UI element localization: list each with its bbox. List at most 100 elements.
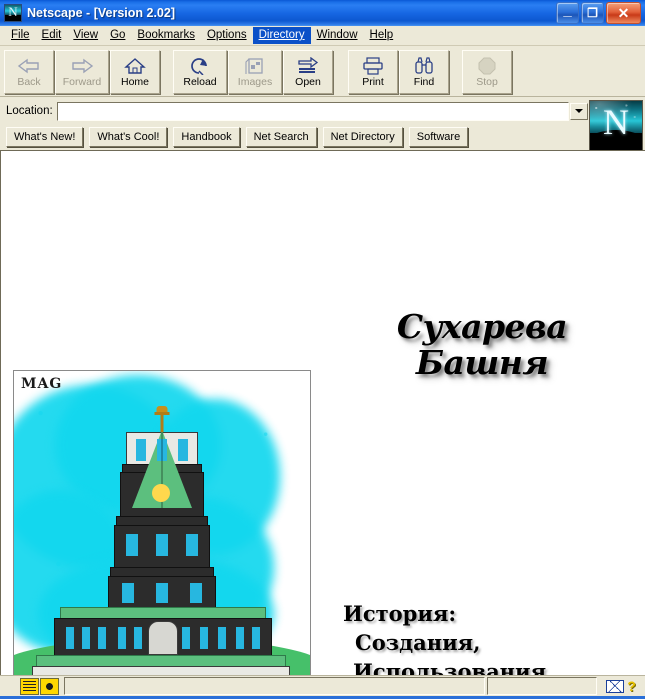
subject-line-2: Создания, — [355, 630, 481, 655]
question-mark-icon[interactable]: ? — [627, 679, 636, 693]
page-title-line2: Башня — [415, 343, 549, 382]
back-arrow-icon — [17, 56, 41, 75]
menu-edit-label: Edit — [41, 29, 62, 41]
directory-button-bar: What's New! What's Cool! Handbook Net Se… — [0, 124, 645, 150]
image-watermark: MAG — [21, 376, 63, 392]
printer-icon — [362, 56, 384, 75]
main-toolbar: Back Forward Home Reload Images Open Pri… — [0, 46, 645, 97]
menu-item-directory[interactable]: Directory — [252, 27, 311, 44]
images-button[interactable]: Images — [228, 50, 282, 94]
page-title: Сухарева Башня — [337, 309, 627, 381]
whats-new-label: What's New! — [14, 130, 76, 143]
menu-item-help[interactable]: Help — [364, 27, 400, 44]
menu-item-window[interactable]: Window — [311, 27, 364, 44]
mail-envelope-icon[interactable] — [606, 679, 625, 693]
menu-bar: File Edit View Go Bookmarks Options Dire… — [0, 26, 645, 46]
menu-item-edit[interactable]: Edit — [36, 27, 68, 44]
home-icon — [124, 56, 146, 75]
find-label: Find — [413, 76, 435, 88]
status-message — [64, 677, 485, 695]
title-bar: N Netscape - [Version 2.02] _ ❐ ✕ — [0, 0, 645, 26]
location-bar: Location: — [0, 97, 645, 124]
sukharev-tower-illustration: MAG — [13, 370, 311, 675]
find-button[interactable]: Find — [399, 50, 449, 94]
subject-line-1: История: — [343, 601, 457, 626]
net-search-button[interactable]: Net Search — [245, 126, 317, 147]
net-search-label: Net Search — [253, 130, 309, 143]
whats-cool-label: What's Cool! — [97, 130, 160, 143]
status-bar: ? — [0, 675, 645, 696]
subject-list: История: Создания, Использования, Разруш… — [343, 599, 623, 675]
chevron-down-icon — [575, 109, 583, 113]
print-button[interactable]: Print — [348, 50, 398, 94]
netscape-window: N Netscape - [Version 2.02] _ ❐ ✕ File E… — [0, 0, 645, 699]
menu-view-label: View — [73, 29, 99, 41]
whats-new-button[interactable]: What's New! — [6, 126, 84, 147]
restore-icon: ❐ — [587, 6, 598, 20]
status-tray: ? — [599, 679, 643, 693]
reload-icon — [190, 56, 210, 75]
web-page: Сухарева Башня MAG История: Создания, Ис… — [1, 151, 645, 675]
net-directory-label: Net Directory — [330, 130, 395, 143]
location-input[interactable] — [57, 103, 568, 119]
open-label: Open — [295, 76, 321, 88]
title-icon-letter: N — [8, 4, 18, 19]
minimize-icon: _ — [563, 2, 572, 19]
menu-directory-label: Directory — [258, 29, 305, 41]
tower-finial-icon — [154, 406, 170, 432]
whats-cool-button[interactable]: What's Cool! — [89, 126, 168, 147]
menu-file-label: File — [11, 29, 30, 41]
handbook-label: Handbook — [181, 130, 232, 143]
images-label: Images — [237, 76, 273, 88]
browser-content-area: Сухарева Башня MAG История: Создания, Ис… — [0, 150, 645, 675]
location-label: Location: — [6, 105, 53, 117]
menu-item-view[interactable]: View — [67, 27, 104, 44]
page-title-line1: Сухарева — [396, 307, 568, 346]
menu-bookmarks-label: Bookmarks — [137, 29, 195, 41]
home-button[interactable]: Home — [110, 50, 160, 94]
restore-button[interactable]: ❐ — [581, 2, 604, 24]
location-dropdown-button[interactable] — [570, 102, 588, 120]
forward-label: Forward — [62, 76, 102, 88]
menu-help-label: Help — [369, 29, 394, 41]
software-label: Software — [416, 130, 461, 143]
binoculars-icon — [414, 56, 434, 75]
reload-label: Reload — [183, 76, 217, 88]
document-security-icon[interactable] — [20, 677, 39, 695]
print-label: Print — [362, 76, 384, 88]
location-field[interactable] — [56, 101, 569, 121]
menu-item-options[interactable]: Options — [201, 27, 253, 44]
netscape-n-logo[interactable]: N — [589, 100, 643, 151]
software-button[interactable]: Software — [408, 126, 469, 147]
menu-item-bookmarks[interactable]: Bookmarks — [131, 27, 201, 44]
stop-label: Stop — [476, 76, 498, 88]
reload-button[interactable]: Reload — [173, 50, 227, 94]
menu-options-label: Options — [206, 29, 247, 41]
close-button[interactable]: ✕ — [606, 2, 641, 24]
status-icon-group — [2, 677, 62, 695]
forward-button[interactable]: Forward — [55, 50, 109, 94]
menu-window-label: Window — [316, 29, 358, 41]
back-label: Back — [17, 76, 41, 88]
open-button[interactable]: Open — [283, 50, 333, 94]
stop-button[interactable]: Stop — [462, 50, 512, 94]
globe-status-icon[interactable] — [40, 677, 59, 695]
handbook-button[interactable]: Handbook — [173, 126, 240, 147]
stop-octagon-icon — [478, 56, 496, 75]
menu-go-label: Go — [110, 29, 126, 41]
logo-letter: N — [603, 102, 629, 142]
window-title: Netscape - [Version 2.02] — [27, 6, 175, 20]
window-controls: _ ❐ ✕ — [556, 2, 643, 24]
back-button[interactable]: Back — [4, 50, 54, 94]
home-label: Home — [120, 76, 149, 88]
status-secondary-panel — [487, 677, 597, 695]
menu-item-file[interactable]: File — [5, 27, 36, 44]
net-directory-button[interactable]: Net Directory — [322, 126, 403, 147]
close-icon: ✕ — [617, 5, 630, 21]
minimize-button[interactable]: _ — [556, 2, 579, 24]
netscape-logo-icon: N — [4, 4, 22, 22]
subject-line-3: Использования, — [353, 659, 554, 675]
images-icon — [245, 56, 265, 75]
open-icon — [297, 56, 319, 75]
menu-item-go[interactable]: Go — [104, 27, 131, 44]
